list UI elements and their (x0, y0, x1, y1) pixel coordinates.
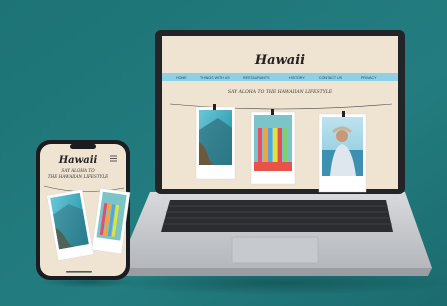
mockup-scene: Hawaii HOME THINGS WITH US RESTAURANTS H… (0, 0, 447, 306)
trackpad (231, 236, 319, 264)
nav-item-contact[interactable]: CONTACT US (319, 76, 343, 80)
phone-tagline-line1: SAY ALOHA TO (61, 168, 95, 173)
laptop: Hawaii HOME THINGS WITH US RESTAURANTS H… (110, 30, 447, 295)
phone-home-indicator (66, 271, 92, 273)
phone-brand: Hawaii (58, 155, 98, 166)
nav-item-restaurants[interactable]: RESTAURANTS (243, 76, 270, 80)
nav-item-history[interactable]: HISTORY (289, 76, 305, 80)
phone: Hawaii SAY ALOHA TO THE HAWAIIAN LIFESTY… (36, 140, 136, 288)
phone-notch (70, 144, 96, 149)
nav-item-privacy[interactable]: PRIVACY (361, 76, 377, 80)
nav-item-things[interactable]: THINGS WITH US (200, 76, 230, 80)
polaroid-2 (250, 109, 296, 185)
phone-tagline-line2: THE HAWAIIAN LIFESTYLE (48, 174, 108, 179)
keyboard (161, 200, 393, 232)
nav-item-home[interactable]: HOME (176, 76, 187, 80)
site-brand: Hawaii (254, 53, 305, 68)
laptop-base-front-edge (118, 268, 432, 276)
polaroid-3 (318, 111, 367, 193)
mockup-svg: Hawaii HOME THINGS WITH US RESTAURANTS H… (0, 0, 447, 306)
polaroid-1 (195, 104, 236, 180)
site-tagline: SAY ALOHA TO THE HAWAIIAN LIFESTYLE (228, 89, 333, 95)
